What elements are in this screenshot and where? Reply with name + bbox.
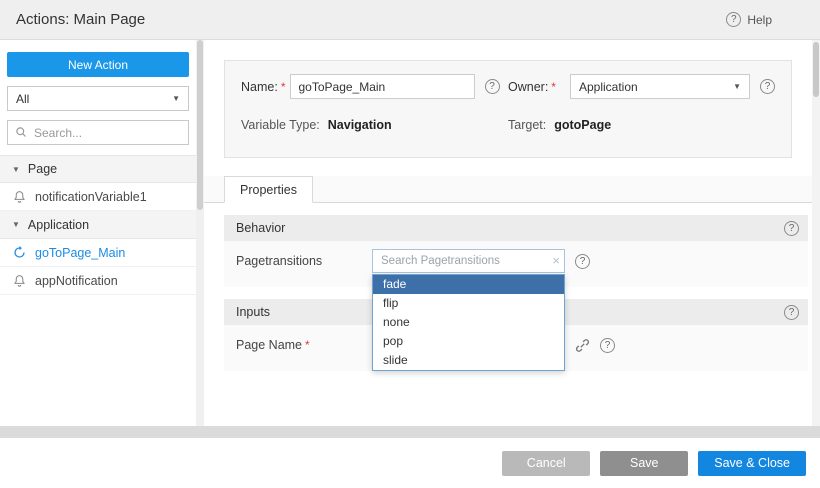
collapse-caret-icon: ▼	[12, 220, 20, 229]
navigation-icon	[13, 246, 26, 259]
main-content: Name: * ? Owner: * Application ▼ ?	[204, 40, 812, 426]
bind-link-icon[interactable]	[575, 338, 590, 353]
pagetransitions-dropdown: fade flip none pop slide	[372, 274, 565, 371]
tree-group-label: Application	[28, 218, 89, 232]
name-input[interactable]	[290, 74, 475, 99]
dropdown-option-flip[interactable]: flip	[373, 294, 564, 313]
new-action-button[interactable]: New Action	[7, 52, 189, 77]
variable-type-value: Navigation	[328, 118, 392, 132]
owner-select[interactable]: Application ▼	[570, 74, 750, 99]
bell-icon	[13, 190, 26, 203]
tree-item-label: appNotification	[35, 274, 118, 288]
target-label: Target:	[508, 118, 546, 132]
behavior-section: Behavior ? Pagetransitions × fade flip n…	[224, 215, 808, 287]
chevron-down-icon: ▼	[733, 82, 741, 91]
tree-item-appnotification[interactable]: appNotification	[0, 267, 196, 295]
inputs-section-title: Inputs	[236, 305, 270, 319]
behavior-section-body: Pagetransitions × fade flip none pop sli…	[224, 241, 808, 287]
page-name-help-icon[interactable]: ?	[600, 338, 615, 353]
pagetransitions-combobox: × fade flip none pop slide	[372, 249, 565, 273]
dropdown-option-fade[interactable]: fade	[373, 275, 564, 294]
name-label: Name:	[241, 80, 278, 94]
help-label: Help	[747, 13, 772, 27]
save-button[interactable]: Save	[600, 451, 688, 476]
search-icon	[15, 126, 28, 139]
bell-icon	[13, 274, 26, 287]
sidebar-scrollbar-thumb[interactable]	[197, 40, 203, 210]
pagetransitions-help-icon[interactable]: ?	[575, 254, 590, 269]
required-asterisk: *	[281, 80, 286, 94]
tree-group-application[interactable]: ▼ Application	[0, 211, 196, 239]
tree-group-label: Page	[28, 162, 57, 176]
behavior-help-icon[interactable]: ?	[784, 221, 799, 236]
tree-item-label: notificationVariable1	[35, 190, 147, 204]
owner-select-value: Application	[579, 80, 638, 94]
filter-select-value: All	[16, 92, 29, 106]
filter-select[interactable]: All ▼	[7, 86, 189, 111]
variable-summary-panel: Name: * ? Owner: * Application ▼ ?	[224, 60, 792, 158]
clear-icon[interactable]: ×	[552, 252, 560, 269]
variable-type-label: Variable Type:	[241, 118, 320, 132]
target-value: gotoPage	[554, 118, 611, 132]
footer: Cancel Save Save & Close	[0, 438, 820, 488]
chevron-down-icon: ▼	[172, 94, 180, 103]
inputs-help-icon[interactable]: ?	[784, 305, 799, 320]
main-scrollbar	[812, 40, 820, 426]
sidebar-scrollbar	[196, 40, 204, 426]
horizontal-scroll-track[interactable]	[0, 426, 820, 438]
required-asterisk: *	[551, 80, 556, 94]
sidebar-search-input[interactable]	[34, 126, 181, 140]
sidebar: New Action All ▼ ▼ Page	[0, 40, 196, 426]
sidebar-search	[7, 120, 189, 145]
tab-properties[interactable]: Properties	[224, 176, 313, 203]
save-close-button[interactable]: Save & Close	[698, 451, 806, 476]
behavior-section-header: Behavior ?	[224, 215, 808, 241]
help-icon: ?	[726, 12, 741, 27]
owner-help-icon[interactable]: ?	[760, 79, 775, 94]
main-scrollbar-thumb[interactable]	[813, 42, 819, 97]
owner-label: Owner:	[508, 80, 548, 94]
actions-editor: Actions: Main Page ? Help New Action All…	[0, 0, 820, 488]
page-title: Actions: Main Page	[16, 11, 145, 28]
form-row-bottom: Variable Type: Navigation Target: gotoPa…	[241, 118, 775, 132]
header: Actions: Main Page ? Help	[0, 0, 820, 40]
tree-item-label: goToPage_Main	[35, 246, 125, 260]
collapse-caret-icon: ▼	[12, 165, 20, 174]
cancel-button[interactable]: Cancel	[502, 451, 590, 476]
name-help-icon[interactable]: ?	[485, 79, 500, 94]
name-field-group: Name: * ?	[241, 74, 508, 99]
dropdown-option-slide[interactable]: slide	[373, 351, 564, 370]
dropdown-option-pop[interactable]: pop	[373, 332, 564, 351]
required-asterisk: *	[305, 338, 310, 352]
help-button[interactable]: ? Help	[726, 12, 772, 27]
tree-group-page[interactable]: ▼ Page	[0, 155, 196, 183]
behavior-section-title: Behavior	[236, 221, 285, 235]
pagetransitions-search-input[interactable]	[372, 249, 565, 273]
page-name-label-text: Page Name	[236, 338, 302, 352]
tree-item-notificationvariable1[interactable]: notificationVariable1	[0, 183, 196, 211]
owner-field-group: Owner: * Application ▼ ?	[508, 74, 775, 99]
page-name-label: Page Name*	[236, 338, 372, 352]
tab-bar: Properties	[204, 176, 812, 203]
pagetransitions-label: Pagetransitions	[236, 254, 372, 268]
form-row-top: Name: * ? Owner: * Application ▼ ?	[241, 74, 775, 99]
target-group: Target: gotoPage	[508, 118, 775, 132]
variable-type-group: Variable Type: Navigation	[241, 118, 508, 132]
dropdown-option-none[interactable]: none	[373, 313, 564, 332]
tree-item-gotopage-main[interactable]: goToPage_Main	[0, 239, 196, 267]
